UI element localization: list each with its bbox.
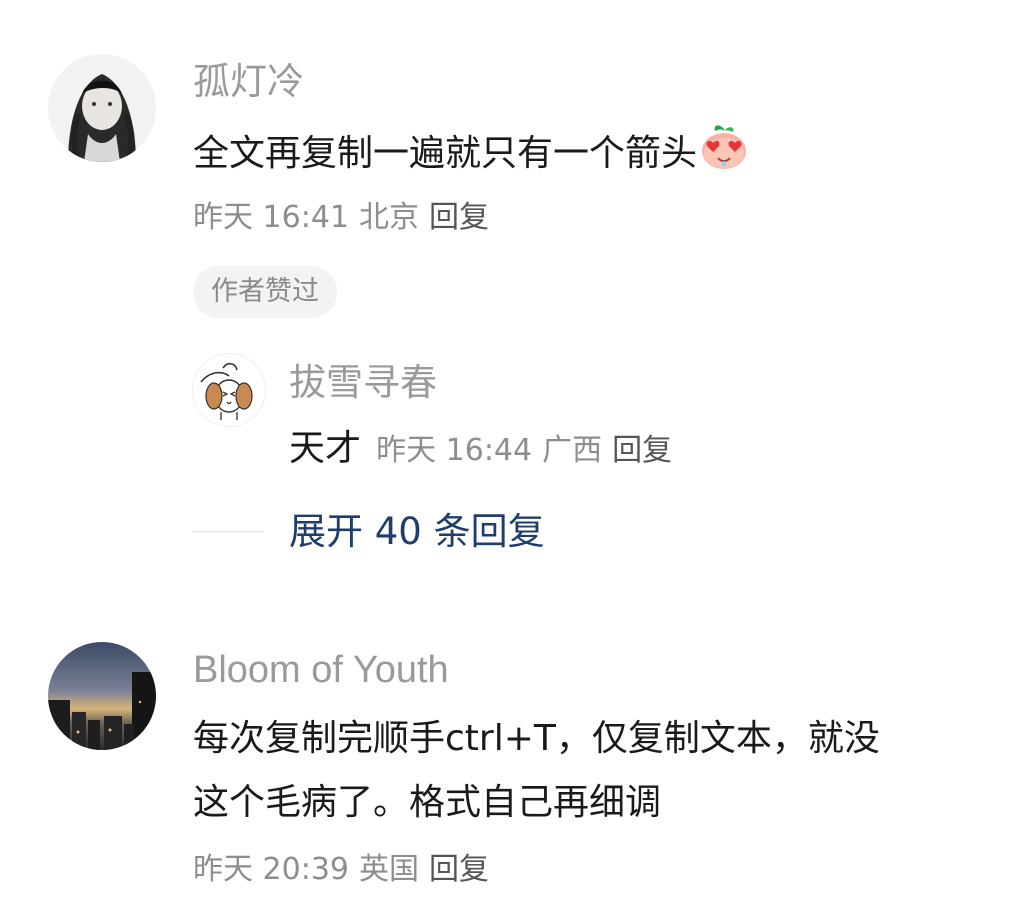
comment-text-line2: 这个毛病了。格式自己再细调 bbox=[193, 782, 662, 823]
avatar-baxuexunchun[interactable] bbox=[192, 353, 266, 427]
reply-meta: 昨天 16:44 广西 回复 bbox=[376, 433, 672, 468]
comment-location: 英国 bbox=[359, 852, 419, 887]
avatar-gudengleng[interactable] bbox=[48, 54, 156, 162]
reply-location: 广西 bbox=[542, 433, 603, 468]
author-liked-badge: 作者赞过 bbox=[193, 266, 337, 318]
comment-text-body: 全文再复制一遍就只有一个箭头 bbox=[193, 133, 698, 174]
reply-reply-button[interactable]: 回复 bbox=[612, 433, 672, 468]
comment-meta: 昨天 16:41 北京 回复 bbox=[193, 198, 489, 238]
comment-time: 昨天 16:41 bbox=[193, 200, 349, 235]
comment-time: 昨天 20:39 bbox=[193, 852, 349, 887]
reply-text: 天才 bbox=[289, 428, 362, 469]
expand-replies-button[interactable]: 展开 40 条回复 bbox=[289, 508, 545, 556]
reply-username[interactable]: 拔雪寻春 bbox=[289, 361, 437, 405]
comment-meta: 昨天 20:39 英国 回复 bbox=[193, 850, 489, 890]
reply-button[interactable]: 回复 bbox=[429, 200, 489, 235]
comment-text: 全文再复制一遍就只有一个箭头 bbox=[193, 123, 749, 187]
comment-username[interactable]: 孤灯冷 bbox=[193, 60, 304, 104]
avatar-bloom-of-youth[interactable] bbox=[48, 642, 156, 750]
expand-divider bbox=[192, 531, 264, 532]
comment-username[interactable]: Bloom of Youth bbox=[193, 648, 449, 692]
reply-line: 天才 昨天 16:44 广西 回复 bbox=[289, 424, 672, 474]
comment-location: 北京 bbox=[359, 200, 419, 235]
heart-eyes-peach-icon bbox=[699, 123, 749, 187]
reply-time: 昨天 16:44 bbox=[376, 433, 533, 468]
reply-button[interactable]: 回复 bbox=[429, 852, 489, 887]
comment-text-line1: 每次复制完顺手ctrl+T，仅复制文本，就没 bbox=[193, 718, 880, 759]
